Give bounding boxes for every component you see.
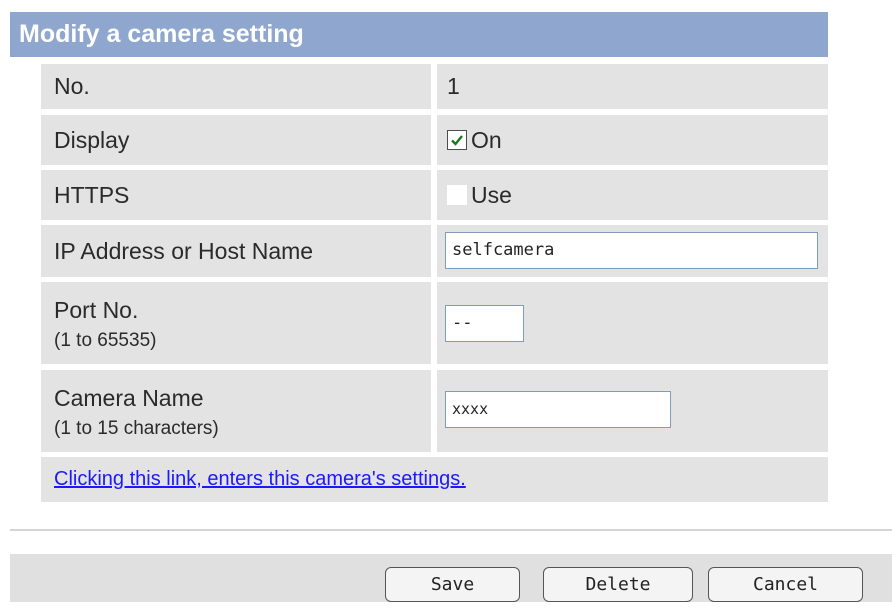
camera-name-input[interactable]: xxxx bbox=[445, 391, 671, 428]
display-value: On bbox=[437, 115, 828, 165]
number-label: No. bbox=[41, 64, 431, 109]
page-title: Modify a camera setting bbox=[10, 12, 828, 57]
camera-settings-link[interactable]: Clicking this link, enters this camera's… bbox=[54, 468, 466, 491]
display-checkbox-label: On bbox=[471, 126, 502, 153]
https-value: Use bbox=[437, 170, 828, 220]
cancel-button[interactable]: Cancel bbox=[708, 567, 863, 602]
display-checkbox-group[interactable]: On bbox=[437, 127, 502, 154]
checkmark-icon bbox=[451, 135, 463, 146]
port-input[interactable]: -- bbox=[445, 305, 524, 342]
host-label: IP Address or Host Name bbox=[41, 225, 431, 277]
display-label: Display bbox=[41, 115, 431, 165]
camera-name-label-cell: Camera Name (1 to 15 characters) bbox=[41, 370, 431, 452]
https-checkbox[interactable] bbox=[447, 185, 467, 205]
camera-name-label: Camera Name bbox=[54, 384, 204, 411]
number-value: 1 bbox=[437, 64, 828, 109]
port-range-hint: (1 to 65535) bbox=[54, 329, 157, 351]
camera-setting-page: Modify a camera setting No. 1 Display On… bbox=[0, 0, 892, 615]
port-label-cell: Port No. (1 to 65535) bbox=[41, 282, 431, 364]
divider bbox=[10, 529, 892, 531]
camera-name-hint: (1 to 15 characters) bbox=[54, 417, 219, 439]
display-checkbox[interactable] bbox=[447, 130, 467, 150]
https-checkbox-label: Use bbox=[471, 181, 512, 208]
https-checkbox-group[interactable]: Use bbox=[437, 182, 512, 209]
https-label: HTTPS bbox=[41, 170, 431, 220]
camera-link-row: Clicking this link, enters this camera's… bbox=[41, 457, 828, 502]
host-input[interactable]: selfcamera bbox=[445, 232, 818, 269]
port-label: Port No. bbox=[54, 296, 139, 323]
delete-button[interactable]: Delete bbox=[543, 567, 693, 602]
save-button[interactable]: Save bbox=[385, 567, 520, 602]
